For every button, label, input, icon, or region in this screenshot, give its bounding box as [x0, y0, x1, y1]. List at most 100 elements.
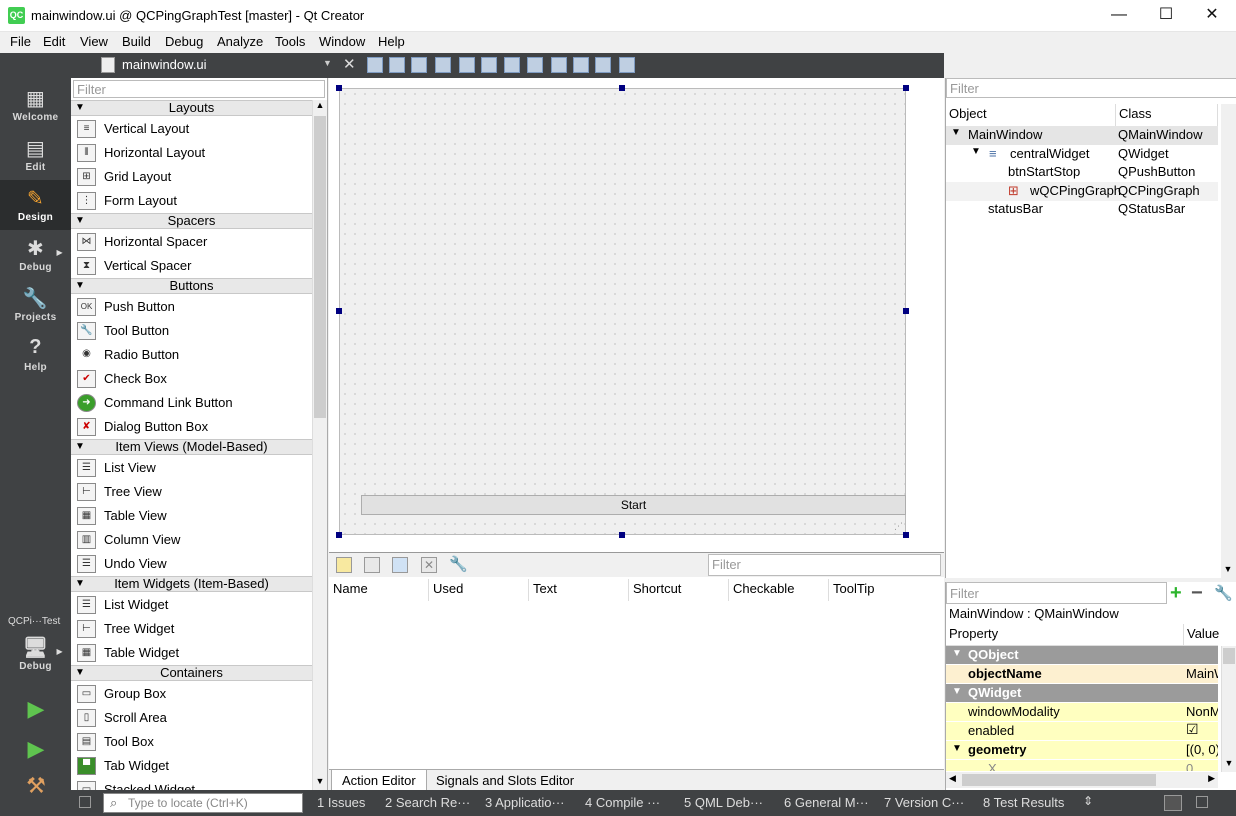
column-header-used[interactable]: Used [429, 579, 529, 601]
selection-handle[interactable] [903, 308, 909, 314]
widget-radio-button[interactable]: ◉ Radio Button [71, 343, 312, 367]
mode-projects[interactable]: 🔧 Projects [0, 280, 71, 330]
toggle-output-pane-icon[interactable] [1164, 795, 1182, 811]
edit-signals-icon[interactable] [389, 57, 405, 73]
property-group-qobject[interactable]: ▼ QObject [946, 646, 1218, 665]
widget-box-scrollbar[interactable]: ▲ ▼ [312, 100, 327, 790]
menu-edit[interactable]: Edit [43, 34, 65, 49]
menu-analyze[interactable]: Analyze [217, 34, 263, 49]
selection-handle[interactable] [336, 532, 342, 538]
property-x[interactable]: X 0 [946, 760, 1218, 772]
widget-filter-input[interactable]: Filter [73, 80, 325, 98]
resize-grip-icon[interactable]: ⋰ [894, 521, 903, 532]
widget-tab-widget[interactable]: ▀ Tab Widget [71, 754, 312, 778]
output-tab-test-results[interactable]: 8 Test Results [983, 795, 1064, 810]
property-geometry[interactable]: ▼ geometry [(0, 0) [946, 741, 1218, 760]
category-spacers[interactable]: ▼ Spacers [71, 213, 312, 229]
delete-action-icon[interactable]: ✕ [421, 557, 437, 573]
start-button[interactable]: Start [361, 495, 906, 515]
output-tab-version-control[interactable]: 7 Version C··· [884, 795, 964, 810]
add-property-icon[interactable]: + [1170, 582, 1182, 604]
mode-edit[interactable]: ▤ Edit [0, 130, 71, 180]
widget-form-layout[interactable]: ⋮ Form Layout [71, 189, 312, 213]
widget-undo-view[interactable]: ☰ Undo View [71, 552, 312, 576]
output-tab-search-results[interactable]: 2 Search Re··· [385, 795, 470, 810]
open-file-name[interactable]: mainwindow.ui [122, 57, 207, 72]
widget-scroll-area[interactable]: ▯ Scroll Area [71, 706, 312, 730]
widget-vertical-spacer[interactable]: ⧗ Vertical Spacer [71, 254, 312, 278]
property-filter-input[interactable]: Filter [946, 582, 1167, 604]
run-icon[interactable]: ▶ [22, 696, 50, 724]
column-header-name[interactable]: Name [329, 579, 429, 601]
mode-debug[interactable]: ✱ Debug ▶ [0, 230, 71, 280]
tab-signals-slots-editor[interactable]: Signals and Slots Editor [426, 770, 584, 791]
new-action-icon[interactable] [336, 557, 352, 573]
widget-group-box[interactable]: ▭ Group Box [71, 682, 312, 706]
widget-stacked-widget[interactable]: ▭ Stacked Widget [71, 778, 312, 790]
mode-help[interactable]: ? Help [0, 330, 71, 380]
adjust-size-icon[interactable] [619, 57, 635, 73]
scroll-down-icon[interactable]: ▼ [313, 776, 327, 790]
chevron-down-icon[interactable]: ▼ [323, 58, 332, 68]
category-buttons[interactable]: ▼ Buttons [71, 278, 312, 294]
column-header-tooltip[interactable]: ToolTip [829, 579, 944, 601]
layout-horizontal-splitter-icon[interactable] [504, 57, 520, 73]
object-inspector-scrollbar[interactable]: ▼ [1221, 104, 1236, 578]
property-objectname[interactable]: objectName MainWindow [946, 665, 1218, 684]
scrollbar-thumb[interactable] [314, 116, 326, 418]
widget-tool-box[interactable]: ▤ Tool Box [71, 730, 312, 754]
layout-vertical-splitter-icon[interactable] [527, 57, 543, 73]
scroll-left-icon[interactable]: ◀ [949, 773, 956, 784]
property-enabled[interactable]: enabled ☑ [946, 721, 1218, 741]
column-header-value[interactable]: Value [1184, 624, 1219, 646]
tree-row-btnstartstop[interactable]: btnStartStop QPushButton [946, 163, 1218, 182]
output-tab-compile-output[interactable]: 4 Compile ··· [585, 795, 660, 810]
configure-wrench-icon[interactable]: 🔧 [449, 555, 468, 573]
toggle-right-sidebar-icon[interactable] [1196, 796, 1208, 808]
close-window-button[interactable]: ✕ [1189, 0, 1235, 32]
widget-command-link-button[interactable]: ➜ Command Link Button [71, 391, 312, 415]
edit-buddies-icon[interactable] [411, 57, 427, 73]
output-tab-issues[interactable]: 1 Issues [317, 795, 365, 810]
widget-table-widget[interactable]: ▦ Table Widget [71, 641, 312, 665]
widget-list-view[interactable]: ☰ List View [71, 456, 312, 480]
selection-handle[interactable] [336, 308, 342, 314]
layout-vertical-icon[interactable] [481, 57, 497, 73]
toggle-sidebar-icon[interactable] [79, 796, 91, 808]
property-windowmodality[interactable]: windowModality NonModal [946, 703, 1218, 722]
scrollbar-thumb[interactable] [1223, 648, 1235, 664]
category-item-views[interactable]: ▼ Item Views (Model-Based) [71, 439, 312, 455]
menu-file[interactable]: File [10, 34, 31, 49]
menu-debug[interactable]: Debug [165, 34, 203, 49]
enabled-checkbox[interactable]: ☑ [1186, 721, 1218, 738]
widget-check-box[interactable]: ✔ Check Box [71, 367, 312, 391]
widget-tree-widget[interactable]: ⊢ Tree Widget [71, 617, 312, 641]
menu-tools[interactable]: Tools [275, 34, 305, 49]
close-document-icon[interactable]: ✕ [343, 55, 356, 73]
widget-vertical-layout[interactable]: ≡ Vertical Layout [71, 117, 312, 141]
main-window-form[interactable]: Start ⋰ [339, 88, 906, 535]
menu-view[interactable]: View [80, 34, 108, 49]
selection-handle[interactable] [619, 85, 625, 91]
scroll-down-icon[interactable]: ▼ [1221, 564, 1235, 578]
configure-wrench-icon[interactable]: 🔧 [1214, 584, 1233, 602]
column-header-text[interactable]: Text [529, 579, 629, 601]
menu-help[interactable]: Help [378, 34, 405, 49]
tree-row-mainwindow[interactable]: ▼ MainWindow QMainWindow [946, 126, 1218, 145]
scrollbar-thumb[interactable] [962, 774, 1156, 786]
widget-tree-view[interactable]: ⊢ Tree View [71, 480, 312, 504]
selection-handle[interactable] [619, 532, 625, 538]
menu-build[interactable]: Build [122, 34, 151, 49]
layout-horizontal-icon[interactable] [459, 57, 475, 73]
action-filter-input[interactable]: Filter [708, 554, 941, 576]
widget-column-view[interactable]: ▥ Column View [71, 528, 312, 552]
remove-property-icon[interactable]: − [1191, 582, 1203, 604]
selection-handle[interactable] [336, 85, 342, 91]
selection-handle[interactable] [903, 85, 909, 91]
layout-form-icon[interactable] [551, 57, 567, 73]
category-containers[interactable]: ▼ Containers [71, 665, 312, 681]
edit-tab-order-icon[interactable] [435, 57, 451, 73]
column-header-property[interactable]: Property [946, 624, 1184, 646]
output-tab-qml-debugger[interactable]: 5 QML Deb··· [684, 795, 763, 810]
scroll-right-icon[interactable]: ▶ [1208, 773, 1215, 784]
